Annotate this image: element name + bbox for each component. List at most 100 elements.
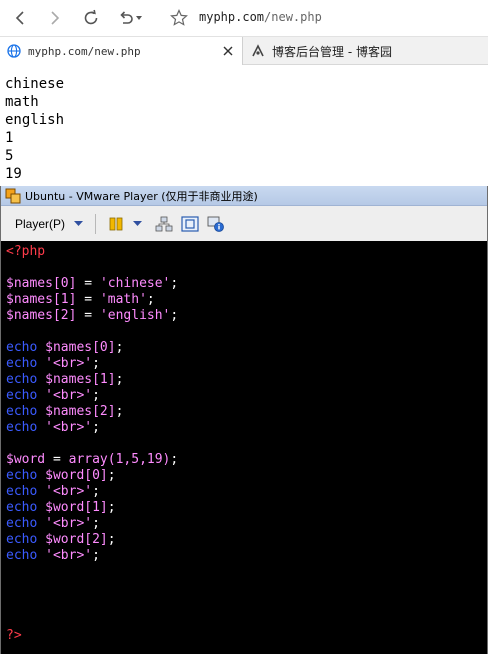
send-ctrl-alt-del-button[interactable] [153,213,175,235]
code-token: [2] [84,532,108,547]
code-line: echo $names[0]; [6,340,487,356]
code-token: echo [6,532,38,547]
terminal[interactable]: <?php $names[0] = 'chinese'; $names[1] = '… [1,241,487,654]
code-token: $names [6,292,53,307]
tab-cnblogs-admin[interactable]: 博客后台管理 - 博客园 [244,37,488,65]
code-token: [0] [92,340,116,355]
favorite-button[interactable] [165,4,193,32]
code-line: $names[2] = 'english'; [6,308,487,324]
code-token: $word [45,532,85,547]
code-line: echo $word[2]; [6,532,487,548]
code-token: ; [115,372,124,387]
code-token: '<br>' [45,484,93,499]
code-token: 'chinese' [99,276,171,291]
reload-button[interactable] [77,4,105,32]
code-line: echo '<br>'; [6,484,487,500]
code-line: echo $names[1]; [6,372,487,388]
code-token: $names [45,404,93,419]
code-token: echo [6,388,38,403]
code-line: echo '<br>'; [6,420,487,436]
code-token: = [76,276,100,291]
code-token: ; [92,388,100,403]
code-token: ; [92,356,100,371]
code-token: $names [45,340,93,355]
code-token: '<br>' [45,388,93,403]
close-icon[interactable] [220,43,236,59]
code-token: ; [92,484,100,499]
code-token: [0] [52,276,77,291]
code-token: ; [170,308,179,323]
code-token: 'math' [99,292,147,307]
code-token: = [76,308,100,323]
code-line: echo '<br>'; [6,548,487,564]
tab-label: myphp.com/new.php [28,44,141,58]
code-line: echo '<br>'; [6,356,487,372]
pause-button[interactable] [105,213,127,235]
unity-icon [207,216,224,232]
code-token: echo [6,372,38,387]
browser-toolbar: myphp.com/new.php [0,0,488,36]
code-token: <?php [6,244,46,259]
code-line: $names[1] = 'math'; [6,292,487,308]
code-token: $names [45,372,93,387]
undo-icon [120,11,133,24]
forward-button[interactable] [41,4,69,32]
code-token: 'english' [99,308,171,323]
tab-new-php[interactable]: myphp.com/new.php [0,37,243,65]
vmware-title-bar[interactable]: Ubuntu - VMware Player (仅用于非商业用途) [1,186,487,206]
code-token: echo [6,340,38,355]
player-menu-button[interactable]: Player(P) [15,217,84,231]
code-token: ; [92,420,100,435]
code-token: echo [6,500,38,515]
code-token: (1,5,19) [107,452,171,467]
code-line: echo $names[2]; [6,404,487,420]
output-line: 1 [5,130,14,146]
output-line: 19 [5,166,22,182]
arrow-left-icon [15,11,24,25]
back-button[interactable] [6,4,34,32]
code-token: ; [115,404,124,419]
code-token: $names [6,276,53,291]
code-token: ; [107,500,116,515]
fullscreen-icon [181,215,199,232]
code-token: echo [6,356,38,371]
code-token: [0] [84,468,108,483]
code-token: [2] [52,308,77,323]
code-token: [2] [92,404,116,419]
fullscreen-button[interactable] [179,213,201,235]
code-line: echo $word[0]; [6,468,487,484]
chevron-down-icon [136,16,142,20]
code-token: $word [45,500,85,515]
code-token: ; [107,532,116,547]
unity-button[interactable] [205,213,227,235]
undo-close-button[interactable] [112,4,148,32]
address-bar[interactable]: myphp.com/new.php [199,10,322,24]
code-token: ; [170,276,179,291]
code-line: echo '<br>'; [6,516,487,532]
code-token: '<br>' [45,516,93,531]
code-token: [1] [92,372,116,387]
tab-label: 博客后台管理 - 博客园 [272,44,392,59]
code-line: echo '<br>'; [6,388,487,404]
output-line: 5 [5,148,14,164]
code-token: '<br>' [45,420,93,435]
address-host: myphp.com [199,10,265,24]
code-token: echo [6,516,38,531]
pause-dropdown[interactable] [131,213,143,235]
tab-strip: myphp.com/new.php 博客后台管理 - 博客园 [0,36,488,65]
